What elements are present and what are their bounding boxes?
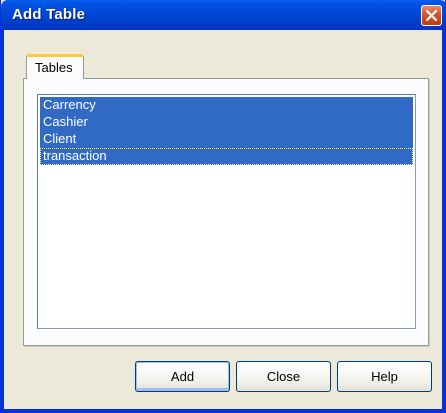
list-item-client[interactable]: Client <box>40 131 413 148</box>
tab-tables-label: Tables <box>35 60 73 75</box>
list-item-cashier[interactable]: Cashier <box>40 114 413 131</box>
list-item-carrency[interactable]: Carrency <box>40 97 413 114</box>
window-frame-right <box>442 30 445 412</box>
close-icon <box>426 10 437 21</box>
window-title: Add Table <box>12 6 86 23</box>
close-window-button[interactable] <box>421 5 442 26</box>
close-button[interactable]: Close <box>236 361 331 392</box>
add-button[interactable]: Add <box>135 361 230 392</box>
list-item-transaction[interactable]: transaction <box>40 148 413 165</box>
title-bar[interactable]: Add Table <box>1 0 445 30</box>
add-table-dialog: Add Table Tables Carrency Cashier Client… <box>0 0 446 413</box>
window-frame-left <box>1 30 4 412</box>
window-frame-bottom <box>1 409 445 412</box>
tables-listbox[interactable]: Carrency Cashier Client transaction <box>37 94 416 329</box>
tab-tables[interactable]: Tables <box>26 54 84 79</box>
help-button[interactable]: Help <box>337 361 432 392</box>
